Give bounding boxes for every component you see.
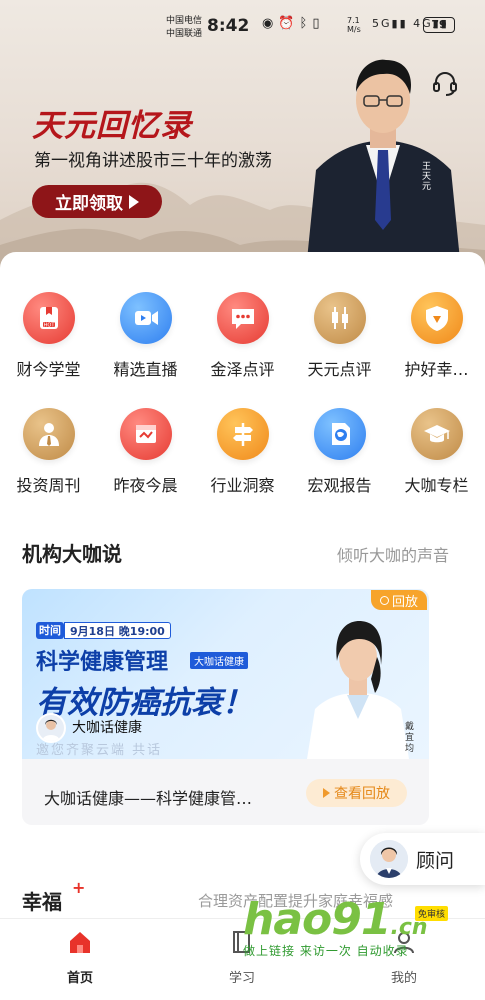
play-icon <box>323 788 330 798</box>
businessman-icon <box>22 408 75 460</box>
section-title-experts: 机构大咖说 <box>22 542 122 566</box>
alarm-icon: ⏰ <box>278 16 300 31</box>
thumbnail-slogan: 邀您齐聚云端 共话 <box>36 743 163 758</box>
grid-label: 昨夜今晨 <box>113 476 178 495</box>
chat-bubble-icon <box>216 292 269 344</box>
shield-icon <box>410 292 463 344</box>
net-speed: 7.1 M/s <box>347 16 361 34</box>
replay-badge: 回放 <box>371 590 427 610</box>
grid-item-macro-report[interactable]: 宏观报告 <box>291 408 388 496</box>
replay-badge-label: 回放 <box>391 594 418 610</box>
hero-title: 天元回忆录 <box>32 108 192 144</box>
grid-item-jinze-review[interactable]: 金泽点评 <box>194 292 291 380</box>
site-watermark: hao91.cn 免审核 做上链接 来访一次 自动收录 <box>243 898 473 968</box>
video-thumbnail[interactable]: 回放 时间 9月18日 晚19:00 科学健康管理 大咖话健康 有效防癌抗衰！ … <box>22 589 429 759</box>
feature-grid: HOT 财今学堂 精选直播 金泽点评 天元点评 护好幸… 投资周刊 昨夜今晨 行… <box>0 292 485 496</box>
home-icon <box>70 932 90 953</box>
play-arrow-icon <box>129 194 139 209</box>
status-time: 8:42 <box>207 16 250 36</box>
grid-label: 行业洞察 <box>210 476 275 495</box>
plus-icon: + <box>72 878 86 897</box>
nav-label: 首页 <box>66 971 93 986</box>
grid-item-live[interactable]: 精选直播 <box>97 292 194 380</box>
thumbnail-brand: 大咖话健康 <box>72 720 142 736</box>
watermark-text: 做上链接 来访一次 自动收录 <box>243 944 409 958</box>
grid-item-expert-column[interactable]: 大咖专栏 <box>388 408 485 496</box>
claim-now-label: 立即领取 <box>55 194 123 214</box>
svg-text:均: 均 <box>405 742 414 754</box>
eye-icon: ◉ <box>262 16 279 31</box>
battery-indicator: 79 <box>423 17 455 33</box>
hero-subtitle: 第一视角讲述股市三十年的激荡 <box>34 151 272 171</box>
grid-item-tianyuan-review[interactable]: 天元点评 <box>291 292 388 380</box>
view-replay-button[interactable]: 查看回放 <box>306 779 407 807</box>
nav-label: 我的 <box>390 971 417 986</box>
watermark-badge: 免审核 <box>415 906 449 921</box>
video-camera-icon <box>119 292 172 344</box>
status-bar: 中国电信 中国联通 8:42 ◉⏰ᛒ▯ 7.1 M/s 5G▮▮ 4G▮▮ 79 <box>0 0 485 52</box>
grid-label: 大咖专栏 <box>404 476 469 495</box>
carrier-1: 中国电信 <box>166 16 203 26</box>
status-icons: ◉⏰ᛒ▯ <box>262 16 325 31</box>
thumbnail-chip: 大咖话健康 <box>190 652 248 669</box>
nav-label: 学习 <box>228 971 255 986</box>
grid-item-caijin-school[interactable]: HOT 财今学堂 <box>0 292 97 380</box>
presenter-portrait <box>306 59 461 270</box>
svg-text:宜: 宜 <box>405 731 414 743</box>
newspaper-icon <box>119 408 172 460</box>
watermark-logo: hao91 <box>243 894 391 945</box>
signpost-icon <box>216 408 269 460</box>
grid-item-investment-weekly[interactable]: 投资周刊 <box>0 408 97 496</box>
expert-video-card[interactable]: 回放 时间 9月18日 晚19:00 科学健康管理 大咖话健康 有效防癌抗衰！ … <box>22 589 429 825</box>
grid-label: 金泽点评 <box>210 360 275 379</box>
nav-home[interactable]: 首页 <box>40 929 120 986</box>
consultant-label: 顾问 <box>416 849 455 872</box>
thumbnail-big-headline: 有效防癌抗衰！ <box>36 685 253 721</box>
grid-label: 天元点评 <box>307 360 372 379</box>
vibrate-icon: ▯ <box>312 16 325 31</box>
time-bar: 时间 9月18日 晚19:00 <box>36 622 171 639</box>
section-more-link[interactable]: 倾听大咖的声音 <box>337 542 449 566</box>
doctor-portrait: 戴 宜 均 <box>307 621 414 759</box>
hero-signature: 王天元 <box>422 162 432 192</box>
consultant-float-button[interactable]: 顾问 <box>360 833 485 885</box>
grid-label: 财今学堂 <box>16 360 81 379</box>
replay-icon <box>379 595 389 605</box>
grid-item-last-night[interactable]: 昨夜今晨 <box>97 408 194 496</box>
main-panel: HOT 财今学堂 精选直播 金泽点评 天元点评 护好幸… 投资周刊 昨夜今晨 行… <box>0 252 485 1000</box>
bluetooth-icon: ᛒ <box>299 16 313 31</box>
graduation-cap-icon <box>410 408 463 460</box>
grid-item-industry-insight[interactable]: 行业洞察 <box>194 408 291 496</box>
section-title-happiness: 幸福 <box>22 890 62 914</box>
carrier-info: 中国电信 中国联通 <box>166 15 202 41</box>
carrier-2: 中国联通 <box>166 29 203 39</box>
svg-text:HOT: HOT <box>43 323 55 329</box>
time-tag: 时间 <box>36 622 64 639</box>
hot-book-icon: HOT <box>22 292 75 344</box>
time-text: 9月18日 晚19:00 <box>64 622 171 639</box>
claim-now-button[interactable]: 立即领取 <box>32 185 162 218</box>
consultant-avatar <box>370 840 408 878</box>
candlestick-icon <box>313 292 366 344</box>
grid-label: 投资周刊 <box>16 476 81 495</box>
thumbnail-headline: 科学健康管理 <box>36 650 169 675</box>
grid-label: 护好幸… <box>404 360 469 379</box>
card-title: 大咖话健康——科学健康管… <box>44 789 253 808</box>
grid-label: 精选直播 <box>113 360 178 379</box>
hero-banner[interactable]: 中国电信 中国联通 8:42 ◉⏰ᛒ▯ 7.1 M/s 5G▮▮ 4G▮▮ 79 … <box>0 0 485 270</box>
globe-report-icon <box>313 408 366 460</box>
grid-item-protect-happiness[interactable]: 护好幸… <box>388 292 485 380</box>
svg-text:戴: 戴 <box>405 720 414 732</box>
grid-label: 宏观报告 <box>307 476 372 495</box>
view-replay-label: 查看回放 <box>334 786 390 802</box>
